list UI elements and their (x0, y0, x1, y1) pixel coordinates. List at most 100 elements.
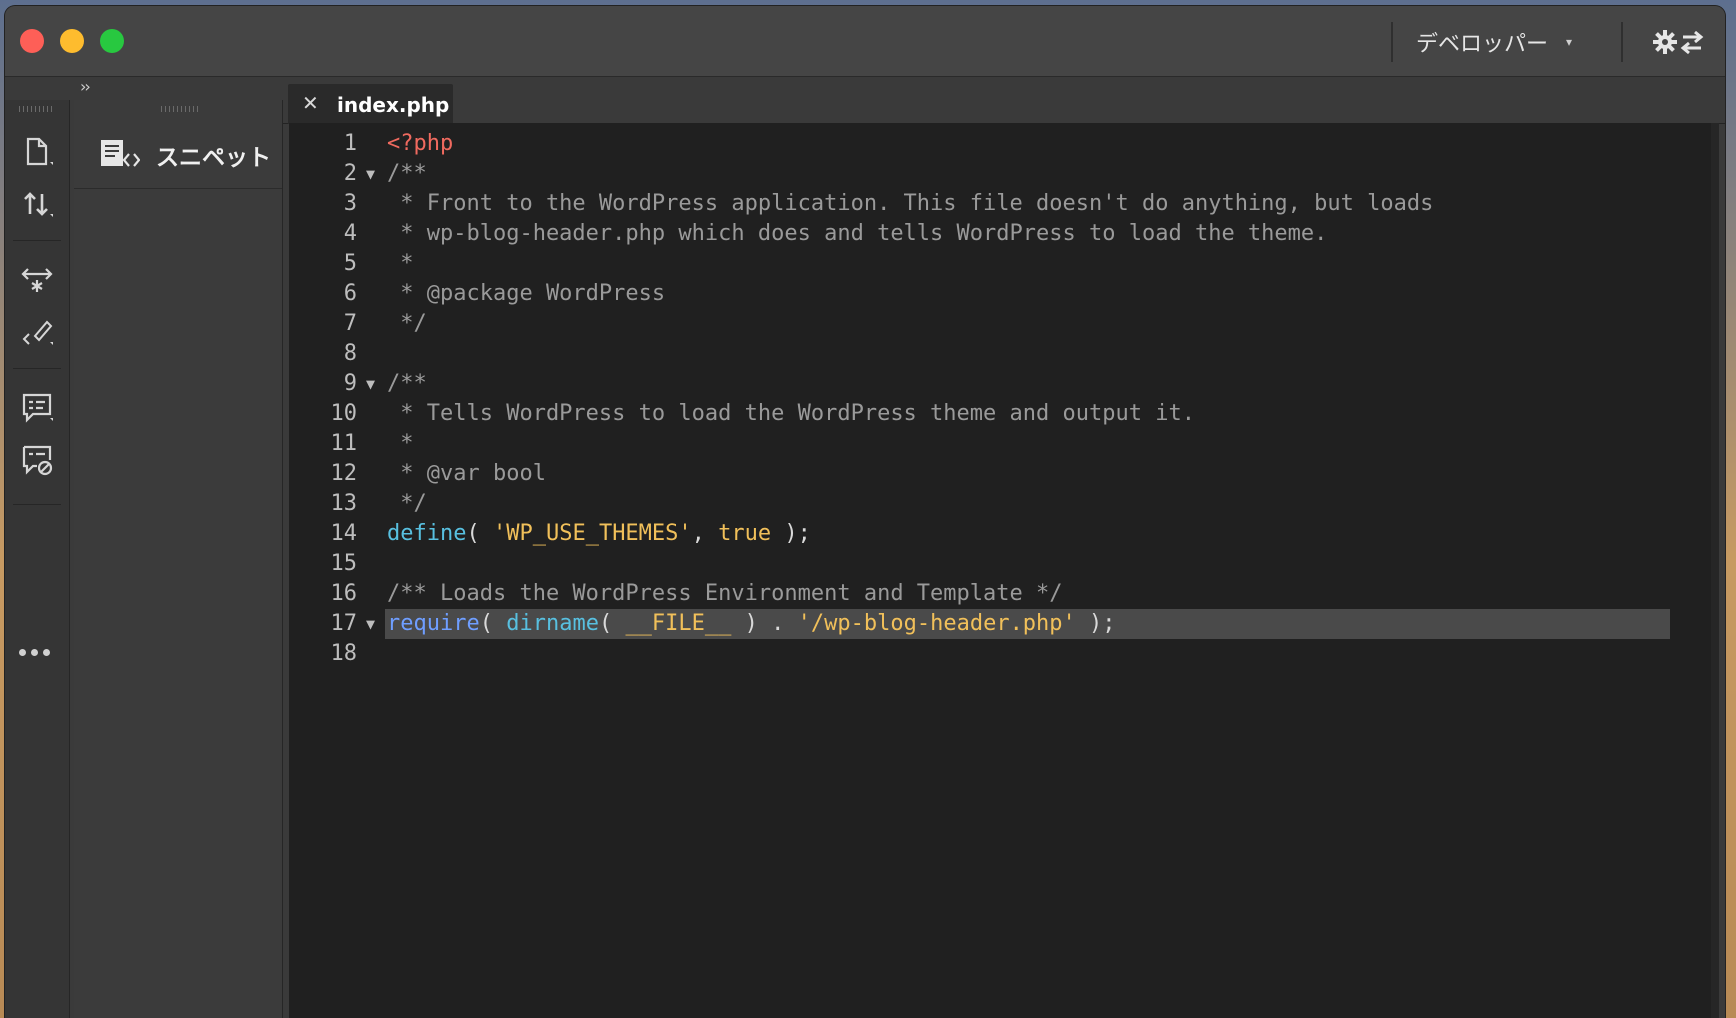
code-line[interactable]: 2 ▼ /** (289, 159, 1719, 189)
workspace-switcher[interactable]: デベロッパー ▾ (1416, 26, 1572, 58)
code-line[interactable]: 7 */ (289, 309, 1719, 339)
toolbar-divider (13, 368, 61, 369)
fold-toggle-icon[interactable]: ▼ (366, 369, 375, 399)
code-token: '/wp-blog-header.php' (797, 611, 1076, 636)
tab-filename: index.php (337, 93, 450, 117)
code-line[interactable]: 18 (289, 639, 1719, 669)
more-icon[interactable] (19, 642, 55, 662)
code-line[interactable]: 14 define( 'WP_USE_THEMES', true ); (289, 519, 1719, 549)
toolbar-divider (13, 240, 61, 241)
line-number: 5 (343, 251, 357, 276)
close-window-button[interactable] (20, 29, 44, 53)
coding-toolbar (5, 100, 70, 1018)
line-number: 1 (343, 131, 357, 156)
code-token: ( (598, 611, 626, 636)
toolbar-divider (13, 504, 61, 505)
title-separator (1621, 22, 1623, 62)
line-number: 9 (343, 371, 357, 396)
line-number: 7 (343, 311, 357, 336)
line-code: define( 'WP_USE_THEMES', true ); (387, 519, 811, 549)
editor-scrollbar[interactable] (1711, 123, 1719, 1018)
transfer-icon[interactable] (19, 186, 55, 222)
fold-toggle-icon[interactable]: ▼ (366, 609, 375, 639)
code-line[interactable]: 13 */ (289, 489, 1719, 519)
line-number: 18 (330, 641, 358, 666)
code-line[interactable]: 5 * (289, 249, 1719, 279)
line-number: 6 (343, 281, 357, 306)
code-token: * Front to the WordPress application. Th… (387, 191, 1434, 216)
minimize-window-button[interactable] (60, 29, 84, 53)
code-token: require (387, 611, 480, 636)
line-code: <?php (387, 129, 453, 159)
code-token: ( (479, 611, 507, 636)
line-code: * (387, 429, 414, 459)
line-code: require( dirname( __FILE__ ) . '/wp-blog… (387, 609, 1116, 639)
workspace-label: デベロッパー (1416, 32, 1549, 57)
code-line[interactable]: 1 <?php (289, 129, 1719, 159)
code-line[interactable]: 8 (289, 339, 1719, 369)
sync-settings-button[interactable] (1653, 26, 1707, 58)
line-number: 3 (343, 191, 357, 216)
code-token: dirname (506, 611, 599, 636)
line-number: 16 (330, 581, 358, 606)
line-number: 17 (330, 611, 358, 636)
code-token: <?php (387, 131, 454, 156)
maximize-window-button[interactable] (100, 29, 124, 53)
code-token: /** (387, 371, 427, 396)
line-code: * @var bool (387, 459, 546, 489)
line-number: 2 (343, 161, 357, 186)
line-code: /** (387, 369, 427, 399)
new-file-icon[interactable] (19, 134, 55, 170)
toolbar-grip[interactable] (19, 106, 55, 112)
line-code: * @package WordPress (387, 279, 665, 309)
code-line[interactable]: 3 * Front to the WordPress application. … (289, 189, 1719, 219)
uncomment-icon[interactable] (19, 442, 55, 478)
code-token: ( (466, 521, 493, 546)
line-number: 11 (330, 431, 358, 456)
title-separator (1391, 22, 1393, 62)
code-token: */ (387, 491, 427, 516)
code-line[interactable]: 16 /** Loads the WordPress Environment an… (289, 579, 1719, 609)
title-bar: デベロッパー ▾ (5, 6, 1725, 77)
tab-index-php[interactable]: ✕ index.php (288, 84, 453, 124)
brush-code-icon[interactable] (19, 314, 55, 350)
line-code: * wp-blog-header.php which does and tell… (387, 219, 1327, 249)
line-code: * Tells WordPress to load the WordPress … (387, 399, 1195, 429)
code-line[interactable]: 10 * Tells WordPress to load the WordPre… (289, 399, 1719, 429)
panel-grip[interactable] (161, 106, 201, 112)
code-editor[interactable]: 1 <?php 2 ▼ /** 3 * Front to the WordPress ap… (289, 123, 1719, 1018)
expand-code-icon[interactable] (19, 262, 55, 298)
line-code: */ (387, 489, 427, 519)
code-token: , (691, 521, 719, 546)
snippets-panel-header[interactable]: スニペット (74, 100, 282, 189)
comment-icon[interactable] (19, 390, 55, 426)
code-line[interactable]: 9 ▼ /** (289, 369, 1719, 399)
line-code: */ (387, 309, 427, 339)
code-line[interactable]: 4 * wp-blog-header.php which does and te… (289, 219, 1719, 249)
code-token: ); (771, 521, 811, 546)
chevron-down-icon: ▾ (1566, 35, 1573, 49)
line-number: 10 (330, 401, 358, 426)
line-code: * Front to the WordPress application. Th… (387, 189, 1433, 219)
code-line[interactable]: 17 ▼ require( dirname( __FILE__ ) . '/wp-b… (289, 609, 1719, 639)
code-line[interactable]: 12 * @var bool (289, 459, 1719, 489)
line-code: /** Loads the WordPress Environment and … (387, 579, 1063, 609)
code-token: /** (387, 161, 427, 186)
code-token: * @var bool (387, 461, 546, 486)
gear-sync-icon (1653, 30, 1704, 55)
code-token: ); (1075, 611, 1116, 636)
expand-panel-icon[interactable]: ›› (80, 77, 91, 96)
code-line[interactable]: 11 * (289, 429, 1719, 459)
code-token: * (387, 251, 414, 276)
code-token: * (387, 431, 414, 456)
code-token: ) . (731, 611, 798, 636)
fold-toggle-icon[interactable]: ▼ (366, 159, 375, 189)
code-token: /** Loads the WordPress Environment and … (387, 581, 1063, 606)
line-number: 13 (330, 491, 358, 516)
code-line[interactable]: 6 * @package WordPress (289, 279, 1719, 309)
document-tab-bar: ✕ index.php (283, 77, 1725, 124)
close-icon[interactable]: ✕ (302, 91, 319, 115)
code-token: 'WP_USE_THEMES' (492, 521, 692, 546)
code-line[interactable]: 15 (289, 549, 1719, 579)
code-token: */ (387, 311, 427, 336)
